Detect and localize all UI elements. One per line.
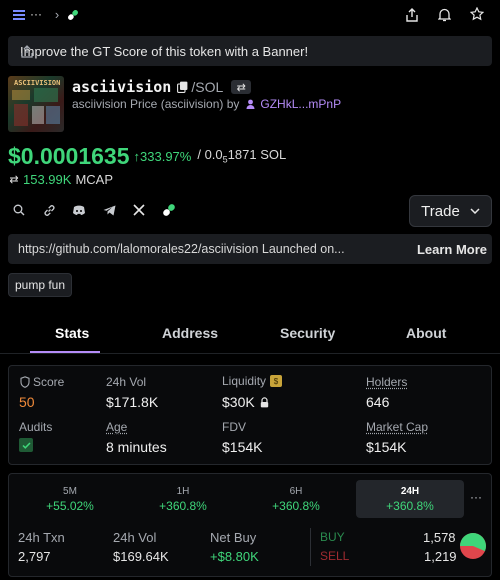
tag-pump-fun[interactable]: pump fun bbox=[8, 273, 73, 297]
token-price: $0.0001635 bbox=[8, 142, 130, 169]
market-cap-label[interactable]: Market Cap bbox=[366, 420, 428, 434]
exchange-icon: ⇄ bbox=[9, 173, 19, 186]
social-icons bbox=[10, 200, 178, 220]
pumpfun-icon[interactable] bbox=[160, 201, 178, 219]
announcement-bar[interactable]: https://github.com/lalomorales22/asciivi… bbox=[8, 234, 492, 264]
buy-sell-ratio-chart bbox=[460, 533, 486, 559]
token-subtitle-row: asciivision Price (asciivision) by GZHkL… bbox=[72, 96, 341, 112]
shield-icon bbox=[19, 376, 31, 388]
lock-icon bbox=[260, 396, 269, 408]
price-change: 333.97% bbox=[140, 148, 192, 164]
search-icon[interactable] bbox=[10, 201, 28, 219]
tab-about[interactable]: About bbox=[406, 325, 446, 341]
txn-label: 24h Txn bbox=[18, 530, 65, 545]
bell-icon[interactable] bbox=[436, 6, 452, 24]
share-icon[interactable] bbox=[404, 6, 420, 24]
score-label-row: Score bbox=[19, 375, 64, 389]
sell-value: 1,219 bbox=[424, 549, 457, 564]
net-buy-value: +$8.80K bbox=[210, 549, 259, 564]
age-value: 8 minutes bbox=[106, 439, 167, 455]
buy-label: BUY bbox=[320, 530, 345, 544]
tab-divider bbox=[0, 353, 500, 354]
x-twitter-icon[interactable] bbox=[130, 201, 148, 219]
vol-label: 24h Vol bbox=[106, 375, 147, 389]
timeframe-1h[interactable]: 1H +360.8% bbox=[133, 486, 233, 514]
token-pair: /SOL bbox=[191, 79, 224, 95]
link-icon[interactable] bbox=[40, 201, 58, 219]
buy-value: 1,578 bbox=[423, 530, 456, 545]
learn-more-button[interactable]: Learn More bbox=[412, 234, 492, 264]
sol-price: / 0.051871 SOL bbox=[197, 147, 287, 165]
net-buy-label: Net Buy bbox=[210, 530, 257, 545]
audits-label: Audits bbox=[19, 420, 53, 434]
timeframe-6h[interactable]: 6H +360.8% bbox=[246, 486, 346, 514]
trade-button[interactable]: Trade bbox=[409, 195, 492, 227]
tab-security[interactable]: Security bbox=[280, 325, 335, 341]
holders-value: 646 bbox=[366, 394, 390, 410]
score-banner[interactable]: Improve the GT Score of this token with … bbox=[8, 36, 492, 66]
liquidity-label: Liquidity bbox=[222, 374, 267, 388]
liquidity-value-row: $30K bbox=[222, 394, 269, 410]
liquidity-label-row: Liquidity $ bbox=[222, 374, 283, 388]
timeframe-5m[interactable]: 5M +55.02% bbox=[20, 486, 120, 514]
discord-icon[interactable] bbox=[70, 201, 88, 219]
txn-value: 2,797 bbox=[18, 549, 51, 564]
txn-vol-value: $169.64K bbox=[113, 549, 169, 564]
star-icon[interactable] bbox=[468, 5, 486, 23]
chevron-down-icon bbox=[470, 208, 480, 214]
age-label[interactable]: Age bbox=[106, 420, 127, 434]
mcap-value: 153.99K bbox=[23, 171, 72, 187]
more-options-icon[interactable]: ··· bbox=[468, 490, 484, 504]
mcap-label: MCAP bbox=[75, 171, 113, 187]
pill-icon[interactable] bbox=[66, 8, 80, 22]
chevron-right-icon: › bbox=[54, 6, 60, 22]
swap-icon[interactable]: ⇄ bbox=[231, 80, 252, 94]
more-icon[interactable]: ··· bbox=[28, 6, 44, 22]
creator-link[interactable]: GZHkL...mPnP bbox=[260, 97, 341, 111]
trade-label: Trade bbox=[421, 202, 460, 220]
banner-text: Improve the GT Score of this token with … bbox=[20, 44, 309, 59]
fdv-label: FDV bbox=[222, 420, 246, 434]
mcap-row: ⇄ 153.99K MCAP bbox=[8, 171, 113, 187]
vol-value: $171.8K bbox=[106, 394, 159, 410]
token-title-row: asciivision /SOL ⇄ bbox=[72, 78, 252, 96]
tab-address[interactable]: Address bbox=[162, 325, 218, 341]
stats-card: Score 50 24h Vol $171.8K Liquidity $ $30… bbox=[8, 365, 492, 465]
price-row: $0.0001635 ↑ 333.97% / 0.051871 SOL bbox=[8, 142, 287, 169]
telegram-icon[interactable] bbox=[100, 201, 118, 219]
token-name: asciivision bbox=[72, 78, 172, 96]
user-icon bbox=[245, 98, 255, 110]
fdv-value: $154K bbox=[222, 439, 263, 455]
copy-icon[interactable] bbox=[176, 80, 188, 94]
market-cap-value: $154K bbox=[366, 439, 407, 455]
timeframe-24h[interactable]: 24H +360.8% bbox=[360, 486, 460, 514]
menu-icon[interactable] bbox=[12, 8, 26, 22]
announcement-text: https://github.com/lalomorales22/asciivi… bbox=[18, 242, 345, 256]
token-subtitle: asciivision Price (asciivision) by bbox=[72, 97, 240, 111]
upload-icon[interactable] bbox=[20, 43, 34, 59]
txn-vol-label: 24h Vol bbox=[113, 530, 157, 545]
sell-label: SELL bbox=[320, 549, 350, 563]
holders-label[interactable]: Holders bbox=[366, 375, 407, 389]
score-label: Score bbox=[33, 375, 65, 389]
tab-stats[interactable]: Stats bbox=[55, 325, 89, 341]
score-value: 50 bbox=[19, 394, 35, 410]
audit-check-icon[interactable] bbox=[19, 438, 33, 452]
txn-divider bbox=[310, 528, 311, 566]
money-bag-icon: $ bbox=[270, 375, 283, 387]
top-bar: ··· › bbox=[0, 0, 500, 32]
token-image: ASCIIVISION bbox=[8, 76, 64, 132]
liquidity-value: $30K bbox=[222, 394, 255, 410]
